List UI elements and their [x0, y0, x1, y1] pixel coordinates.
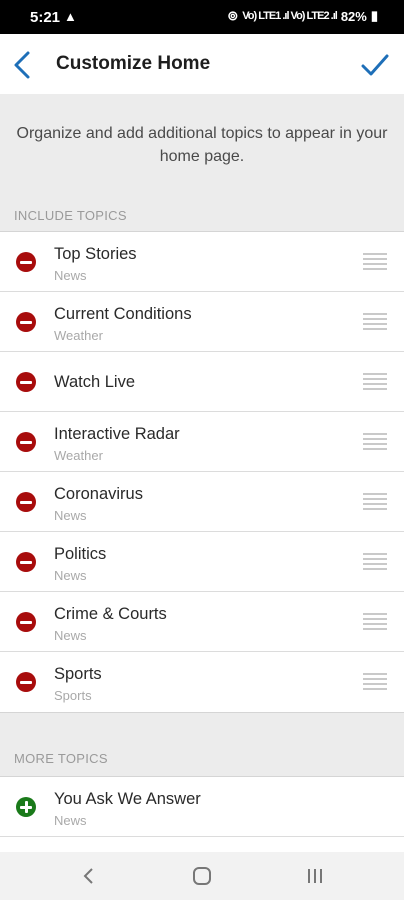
- remove-topic-icon[interactable]: [16, 372, 36, 392]
- drag-handle-icon[interactable]: [363, 553, 387, 571]
- nav-home-icon[interactable]: [190, 864, 214, 888]
- topic-category: Sports: [54, 688, 92, 703]
- battery-percent: 82%: [340, 8, 367, 24]
- include-topics-list: Top Stories News Current Conditions Weather…: [0, 231, 404, 713]
- intro-text: Organize and add additional topics to ap…: [16, 125, 388, 165]
- remove-topic-icon[interactable]: [16, 252, 36, 272]
- topic-category: News: [54, 813, 87, 828]
- topic-category: News: [54, 628, 87, 643]
- remove-topic-icon[interactable]: [16, 432, 36, 452]
- drag-handle-icon[interactable]: [363, 373, 387, 391]
- topic-name: Crime & Courts: [54, 605, 167, 623]
- include-topics-label: INCLUDE TOPICS: [14, 208, 127, 223]
- system-nav-bar: [0, 852, 404, 900]
- nav-recents-icon[interactable]: [303, 864, 327, 888]
- topic-category: News: [54, 268, 87, 283]
- topic-category: News: [54, 568, 87, 583]
- topic-row[interactable]: Watch Live: [0, 352, 404, 412]
- remove-topic-icon[interactable]: [16, 312, 36, 332]
- topic-name: Interactive Radar: [54, 425, 180, 443]
- checkmark-icon[interactable]: [360, 50, 390, 80]
- warning-icon: ▲: [64, 9, 77, 24]
- battery-icon: ▮: [370, 8, 378, 23]
- topic-row[interactable]: Current Conditions Weather: [0, 292, 404, 352]
- topic-name: Current Conditions: [54, 305, 192, 323]
- topic-row[interactable]: Coronavirus News: [0, 472, 404, 532]
- page-title: Customize Home: [56, 53, 211, 74]
- app-bar: Customize Home: [0, 34, 404, 94]
- topic-row[interactable]: Crime & Courts News: [0, 592, 404, 652]
- status-right: ⊚ Vo) LTE1 .ıl Vo) LTE2 .ıl 82% ▮: [227, 8, 378, 24]
- signal-icon: Vo) LTE1 .ıl Vo) LTE2 .ıl: [242, 10, 338, 22]
- topic-row[interactable]: Politics News: [0, 532, 404, 592]
- topic-name: Coronavirus: [54, 485, 143, 503]
- drag-handle-icon[interactable]: [363, 433, 387, 451]
- topic-category: Weather: [54, 328, 103, 343]
- drag-handle-icon[interactable]: [363, 253, 387, 271]
- topic-row[interactable]: You Ask We Answer News: [0, 777, 404, 837]
- remove-topic-icon[interactable]: [16, 492, 36, 512]
- topic-row[interactable]: Interactive Radar Weather: [0, 412, 404, 472]
- back-arrow-icon[interactable]: [10, 50, 36, 80]
- remove-topic-icon[interactable]: [16, 672, 36, 692]
- topic-name: Top Stories: [54, 245, 137, 263]
- remove-topic-icon[interactable]: [16, 612, 36, 632]
- topic-row[interactable]: Top Stories News: [0, 232, 404, 292]
- hotspot-icon: ⊚: [227, 8, 239, 23]
- topic-category: News: [54, 508, 87, 523]
- topic-name: Watch Live: [54, 373, 136, 391]
- status-time: 5:21: [30, 9, 61, 26]
- drag-handle-icon[interactable]: [363, 313, 387, 331]
- topic-name: You Ask We Answer: [54, 790, 201, 808]
- nav-back-icon[interactable]: [77, 864, 101, 888]
- topic-name: Sports: [54, 665, 102, 683]
- drag-handle-icon[interactable]: [363, 613, 387, 631]
- add-topic-icon[interactable]: [16, 797, 36, 817]
- topic-category: Weather: [54, 448, 103, 463]
- more-topics-label: MORE TOPICS: [14, 751, 108, 766]
- remove-topic-icon[interactable]: [16, 552, 36, 572]
- drag-handle-icon[interactable]: [363, 493, 387, 511]
- drag-handle-icon[interactable]: [363, 673, 387, 691]
- topic-name: Politics: [54, 545, 107, 563]
- topic-row[interactable]: Sports Sports: [0, 652, 404, 712]
- status-bar: 5:21 ▲ ⊚ Vo) LTE1 .ıl Vo) LTE2 .ıl 82% ▮: [0, 0, 404, 34]
